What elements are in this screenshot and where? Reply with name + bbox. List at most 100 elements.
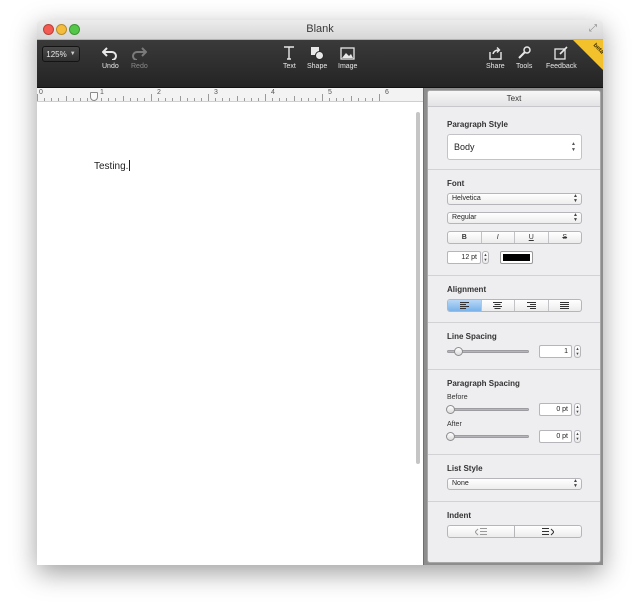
shape-label: Shape	[307, 63, 328, 70]
increase-indent-icon	[542, 527, 554, 535]
ruler-number: 2	[157, 89, 161, 96]
ruler-tick	[179, 96, 181, 101]
ruler-tick	[293, 96, 295, 101]
title-bar: Blank ⤢	[37, 20, 603, 40]
font-size-field[interactable]: 12 pt	[447, 251, 481, 264]
ruler-tick	[379, 94, 380, 101]
indent-section: Indent	[428, 502, 600, 549]
font-size-stepper[interactable]: ▲ ▼	[482, 251, 489, 264]
ruler-tick	[279, 98, 281, 101]
ruler-tick	[257, 98, 259, 101]
ruler-tick	[371, 98, 373, 101]
bold-button[interactable]: B	[448, 232, 482, 243]
after-spacing-stepper[interactable]: ▲ ▼	[574, 430, 581, 443]
ruler-tick	[215, 98, 217, 101]
ruler-tick	[250, 98, 252, 101]
before-spacing-stepper[interactable]: ▲ ▼	[574, 403, 581, 416]
after-spacing-slider[interactable]	[447, 435, 529, 438]
ruler-tick	[272, 98, 274, 101]
italic-button[interactable]: I	[482, 232, 515, 243]
zoom-dropdown[interactable]: 125% ▼	[42, 46, 80, 62]
ruler-tick	[357, 98, 359, 101]
ruler-tick	[350, 96, 352, 101]
font-section: Font Helvetica ▲ ▼ Regular ▲ ▼ B I U S 12 …	[428, 170, 600, 276]
ruler-tick	[136, 98, 138, 101]
after-spacing-slider-thumb[interactable]	[446, 432, 455, 441]
ruler-tick	[172, 98, 174, 101]
font-style-segmented-control: B I U S	[447, 231, 582, 244]
up-down-arrows-icon: ▲ ▼	[573, 478, 578, 489]
share-icon	[488, 45, 503, 61]
ruler-tick	[193, 98, 195, 101]
up-down-arrows-icon: ▲ ▼	[573, 212, 578, 223]
paragraph-style-section: Paragraph Style Body ▲ ▼	[428, 107, 600, 170]
before-label: Before	[447, 394, 468, 401]
before-spacing-slider[interactable]	[447, 408, 529, 411]
align-center-button[interactable]	[482, 300, 515, 311]
align-right-button[interactable]	[515, 300, 549, 311]
ruler: 0 1 2 3 4 5 6	[37, 88, 423, 102]
share-button[interactable]: Share	[486, 42, 505, 70]
indent-marker[interactable]	[90, 92, 98, 101]
ruler-tick	[222, 98, 224, 101]
tools-button[interactable]: Tools	[516, 42, 532, 70]
align-left-button[interactable]	[448, 300, 482, 311]
ruler-tick	[151, 94, 152, 101]
font-color-well[interactable]	[500, 251, 533, 264]
decrease-indent-button[interactable]	[447, 525, 515, 538]
list-style-value: None	[452, 480, 469, 487]
shape-icon	[310, 45, 325, 61]
after-spacing-field[interactable]: 0 pt	[539, 430, 572, 443]
ruler-number: 6	[385, 89, 389, 96]
ruler-tick	[336, 98, 338, 101]
align-left-icon	[459, 302, 469, 309]
line-spacing-stepper[interactable]: ▲ ▼	[574, 345, 581, 358]
wrench-icon	[517, 45, 531, 61]
ruler-tick	[329, 98, 331, 101]
ruler-tick	[165, 98, 167, 101]
font-family-popup[interactable]: Helvetica ▲ ▼	[447, 193, 582, 205]
ruler-number: 5	[328, 89, 332, 96]
paragraph-style-picker[interactable]: Body ▲ ▼	[447, 134, 582, 160]
align-justify-button[interactable]	[549, 300, 582, 311]
fullscreen-icon[interactable]: ⤢	[589, 23, 597, 34]
line-spacing-heading: Line Spacing	[447, 332, 497, 341]
line-spacing-slider-thumb[interactable]	[454, 347, 463, 356]
redo-button[interactable]: Redo	[131, 42, 148, 70]
list-style-popup[interactable]: None ▲ ▼	[447, 478, 582, 490]
ruler-tick	[129, 98, 131, 101]
underline-button[interactable]: U	[515, 232, 549, 243]
redo-icon	[131, 45, 148, 61]
ruler-tick	[307, 98, 309, 101]
font-typeface-popup[interactable]: Regular ▲ ▼	[447, 212, 582, 224]
undo-button[interactable]: Undo	[102, 42, 119, 70]
strikethrough-button[interactable]: S	[549, 232, 582, 243]
font-color-swatch	[503, 254, 530, 261]
inspector-title: Text	[428, 91, 600, 107]
ruler-number: 0	[39, 89, 43, 96]
after-label: After	[447, 421, 462, 428]
ruler-tick	[86, 98, 88, 101]
ruler-tick	[115, 98, 117, 101]
text-button[interactable]: Text	[283, 42, 296, 70]
before-spacing-slider-thumb[interactable]	[446, 405, 455, 414]
alignment-segmented-control	[447, 299, 582, 312]
document-body[interactable]: Testing.	[94, 160, 131, 172]
shape-button[interactable]: Shape	[307, 42, 327, 70]
ruler-tick	[37, 94, 38, 101]
increase-indent-button[interactable]	[514, 525, 582, 538]
vertical-scrollbar[interactable]	[416, 112, 420, 464]
font-typeface-value: Regular	[452, 214, 477, 221]
ruler-number: 4	[271, 89, 275, 96]
ruler-tick	[186, 98, 188, 101]
undo-label: Undo	[102, 63, 119, 70]
before-spacing-field[interactable]: 0 pt	[539, 403, 572, 416]
ruler-tick	[108, 98, 110, 101]
document-area[interactable]: 0 1 2 3 4 5 6 Testing.	[37, 88, 423, 565]
ruler-tick	[143, 98, 145, 101]
window-title: Blank	[306, 23, 334, 35]
paragraph-spacing-section: Paragraph Spacing Before 0 pt ▲ ▼ After 0…	[428, 370, 600, 455]
image-button[interactable]: Image	[338, 42, 357, 70]
redo-label: Redo	[131, 63, 148, 70]
line-spacing-field[interactable]: 1	[539, 345, 572, 358]
